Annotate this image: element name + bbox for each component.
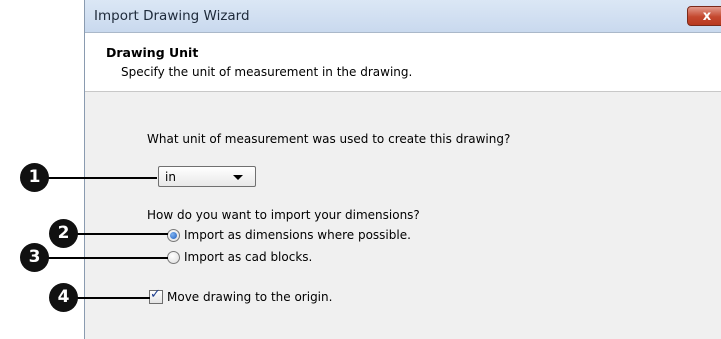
checkmark-icon: ✓ — [150, 287, 161, 302]
wizard-header: Drawing Unit Specify the unit of measure… — [85, 33, 721, 92]
chevron-down-icon — [233, 175, 243, 180]
move-to-origin-label: Move drawing to the origin. — [167, 290, 333, 304]
callout-line-3 — [44, 257, 168, 259]
unit-question-label: What unit of measurement was used to cre… — [147, 132, 511, 146]
unit-dropdown[interactable]: in — [158, 166, 256, 187]
callout-line-1 — [44, 177, 157, 179]
window-title: Import Drawing Wizard — [94, 8, 250, 24]
callout-badge-3: 3 — [20, 243, 49, 272]
page-title: Drawing Unit — [106, 45, 199, 60]
import-drawing-wizard-dialog: Import Drawing Wizard x Drawing Unit Spe… — [84, 0, 721, 339]
callout-line-4 — [72, 297, 150, 299]
callout-badge-1: 1 — [20, 163, 49, 192]
dimensions-question-label: How do you want to import your dimension… — [147, 208, 420, 222]
callout-badge-2: 2 — [49, 219, 78, 248]
callout-line-2 — [72, 233, 168, 235]
option-label-dimensions: Import as dimensions where possible. — [184, 228, 411, 242]
unit-selected-value: in — [165, 170, 176, 184]
close-icon: x — [702, 9, 712, 24]
callout-badge-4: 4 — [49, 283, 78, 312]
radio-import-as-dimensions[interactable] — [167, 229, 180, 242]
page-description: Specify the unit of measurement in the d… — [121, 65, 413, 79]
radio-import-as-cad-blocks[interactable] — [167, 251, 180, 264]
close-button[interactable]: x — [687, 6, 721, 26]
option-label-cad-blocks: Import as cad blocks. — [184, 250, 313, 264]
move-to-origin-checkbox[interactable]: ✓ — [149, 287, 163, 304]
title-bar: Import Drawing Wizard x — [85, 0, 721, 33]
